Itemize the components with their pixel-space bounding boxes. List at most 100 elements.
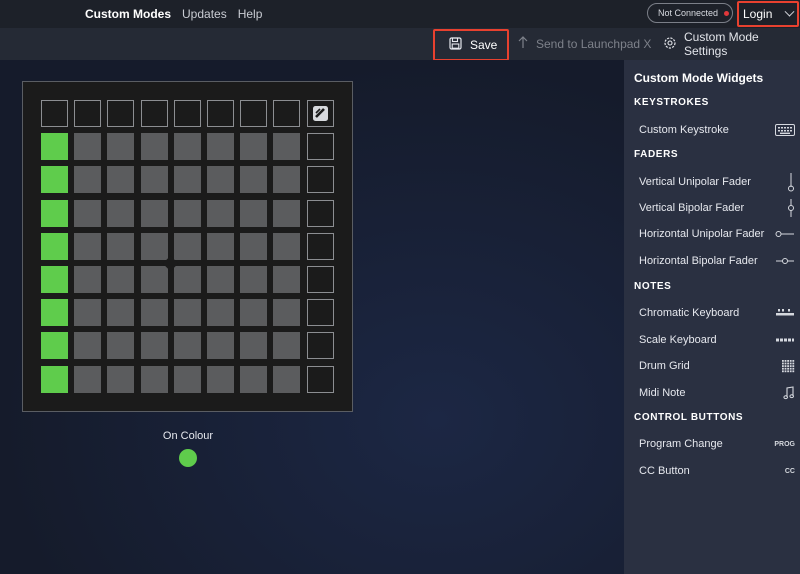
pad[interactable] <box>240 266 268 293</box>
pad[interactable] <box>74 133 102 161</box>
pad[interactable] <box>273 133 301 161</box>
pad[interactable] <box>207 299 234 327</box>
top-control-pad[interactable] <box>140 100 168 127</box>
pad[interactable] <box>107 199 135 227</box>
custom-mode-settings-button[interactable]: Custom Mode Settings <box>663 28 800 60</box>
top-control-pad[interactable] <box>240 100 268 127</box>
pad[interactable] <box>273 199 301 227</box>
widget-cc-button[interactable]: CC Button CC <box>639 461 795 481</box>
pad[interactable] <box>107 365 135 393</box>
pad[interactable] <box>140 133 168 161</box>
pad[interactable] <box>173 133 201 161</box>
nav-updates[interactable]: Updates <box>182 7 227 21</box>
widget-chromatic-keyboard[interactable]: Chromatic Keyboard <box>639 303 795 323</box>
side-control-pad[interactable] <box>306 332 334 360</box>
pad[interactable] <box>207 332 234 360</box>
pad[interactable] <box>107 332 135 360</box>
widget-horizontal-unipolar-fader[interactable]: Horizontal Unipolar Fader <box>639 224 795 244</box>
pad-on[interactable] <box>41 133 68 161</box>
widget-drum-grid[interactable]: Drum Grid <box>639 356 795 376</box>
pad[interactable] <box>173 199 201 227</box>
pad[interactable] <box>74 299 102 327</box>
pad[interactable] <box>240 133 268 161</box>
widget-program-change[interactable]: Program Change PROG <box>639 434 795 454</box>
pad[interactable] <box>140 365 168 393</box>
pad[interactable] <box>107 299 135 327</box>
pad[interactable] <box>207 166 234 194</box>
pad[interactable] <box>140 166 168 194</box>
pad[interactable] <box>140 232 168 260</box>
pad-on[interactable] <box>41 266 68 293</box>
side-control-pad[interactable] <box>306 199 334 227</box>
pad[interactable] <box>240 365 268 393</box>
side-control-pad[interactable] <box>306 232 334 260</box>
pad[interactable] <box>140 332 168 360</box>
pad[interactable] <box>74 232 102 260</box>
pad-on[interactable] <box>41 166 68 194</box>
pad[interactable] <box>173 365 201 393</box>
pad[interactable] <box>74 365 102 393</box>
pad[interactable] <box>107 133 135 161</box>
pad-on[interactable] <box>41 365 68 393</box>
nav-help[interactable]: Help <box>238 7 263 21</box>
top-control-pad[interactable] <box>107 100 135 127</box>
on-colour-swatch[interactable] <box>179 449 197 467</box>
widget-horizontal-bipolar-fader[interactable]: Horizontal Bipolar Fader <box>639 251 795 271</box>
pad-on[interactable] <box>41 232 68 260</box>
pad[interactable] <box>74 266 102 293</box>
pad[interactable] <box>140 199 168 227</box>
pad[interactable] <box>273 266 301 293</box>
pad[interactable] <box>74 332 102 360</box>
pad[interactable] <box>273 299 301 327</box>
pad-on[interactable] <box>41 199 68 227</box>
pad[interactable] <box>207 232 234 260</box>
send-to-launchpad-button[interactable]: Send to Launchpad X <box>518 28 651 60</box>
pad[interactable] <box>107 166 135 194</box>
pad-on[interactable] <box>41 299 68 327</box>
pad[interactable] <box>74 166 102 194</box>
top-control-pad[interactable] <box>41 100 68 127</box>
side-control-pad[interactable] <box>306 299 334 327</box>
side-control-pad[interactable] <box>306 133 334 161</box>
side-control-pad[interactable] <box>306 166 334 194</box>
connection-status-badge[interactable]: Not Connected <box>647 3 733 23</box>
pad[interactable] <box>273 365 301 393</box>
pad[interactable] <box>273 332 301 360</box>
pad[interactable] <box>207 199 234 227</box>
pad[interactable] <box>140 266 168 293</box>
pad[interactable] <box>173 232 201 260</box>
pad[interactable] <box>273 232 301 260</box>
top-control-pad[interactable] <box>207 100 234 127</box>
pad[interactable] <box>207 133 234 161</box>
pad[interactable] <box>240 199 268 227</box>
pad-on[interactable] <box>41 332 68 360</box>
login-button[interactable]: Login <box>737 1 799 27</box>
pad[interactable] <box>207 365 234 393</box>
pad[interactable] <box>240 332 268 360</box>
pad[interactable] <box>240 299 268 327</box>
pad[interactable] <box>240 232 268 260</box>
top-control-pad[interactable] <box>74 100 102 127</box>
pad[interactable] <box>140 299 168 327</box>
widget-scale-keyboard[interactable]: Scale Keyboard <box>639 330 795 350</box>
side-control-pad[interactable] <box>306 365 334 393</box>
top-control-pad[interactable] <box>273 100 301 127</box>
widget-vertical-bipolar-fader[interactable]: Vertical Bipolar Fader <box>639 198 795 218</box>
pad[interactable] <box>74 199 102 227</box>
nav-custom-modes[interactable]: Custom Modes <box>85 7 171 21</box>
pad[interactable] <box>207 266 234 293</box>
pad[interactable] <box>107 232 135 260</box>
pad[interactable] <box>273 166 301 194</box>
widget-midi-note[interactable]: Midi Note <box>639 383 795 403</box>
pad[interactable] <box>173 299 201 327</box>
pad[interactable] <box>173 166 201 194</box>
save-button[interactable]: Save <box>433 29 509 61</box>
pad[interactable] <box>240 166 268 194</box>
widget-custom-keystroke[interactable]: Custom Keystroke <box>639 120 795 140</box>
top-control-pad[interactable] <box>173 100 201 127</box>
widget-vertical-unipolar-fader[interactable]: Vertical Unipolar Fader <box>639 172 795 192</box>
pad[interactable] <box>173 332 201 360</box>
pad[interactable] <box>107 266 135 293</box>
side-control-pad[interactable] <box>306 266 334 293</box>
pad[interactable] <box>173 266 201 293</box>
